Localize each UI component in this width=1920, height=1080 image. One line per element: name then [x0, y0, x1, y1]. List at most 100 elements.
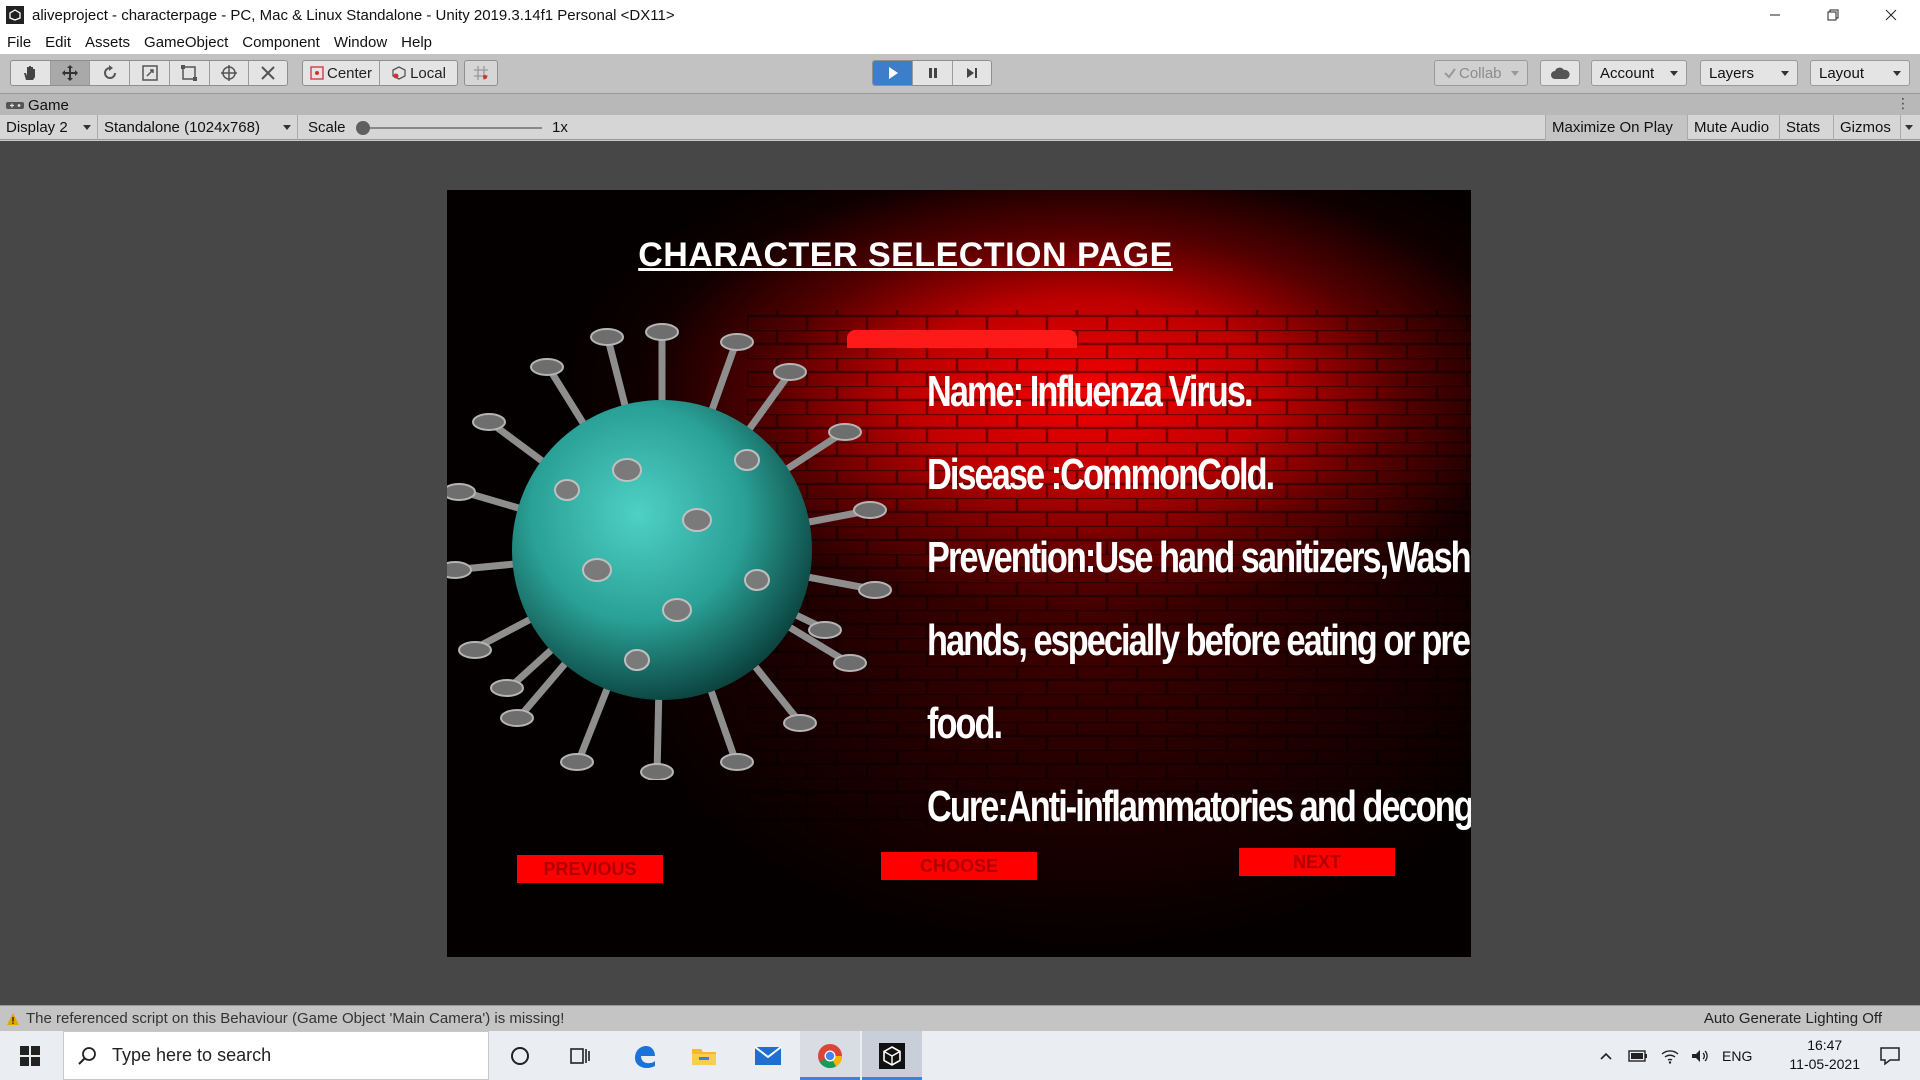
edge-icon	[635, 1045, 655, 1068]
pause-button[interactable]	[913, 61, 953, 85]
info-name: Name: Influenza Virus.	[927, 367, 1254, 416]
mail-button[interactable]	[738, 1031, 798, 1080]
cortana-button[interactable]	[490, 1031, 550, 1080]
layout-label: Layout	[1819, 64, 1865, 82]
rotate-tool-button[interactable]	[90, 61, 131, 85]
pivot-toggles: Center Local	[302, 60, 458, 86]
layers-dropdown[interactable]: Layers	[1700, 60, 1798, 86]
maximize-on-play-label: Maximize On Play	[1552, 119, 1673, 136]
pivot-space-button[interactable]: Local	[380, 61, 457, 85]
game-screen[interactable]: CHARACTER SELECTION PAGE Name: Influenza…	[447, 190, 1471, 957]
collab-dropdown[interactable]: Collab	[1434, 60, 1528, 86]
tab-options-icon[interactable]: ⋮	[1896, 95, 1910, 112]
minimize-button[interactable]	[1746, 0, 1804, 30]
start-button[interactable]	[0, 1031, 60, 1080]
play-button[interactable]	[873, 61, 913, 85]
mute-audio-label: Mute Audio	[1694, 119, 1770, 136]
menu-bar: File Edit Assets GameObject Component Wi…	[0, 30, 1920, 54]
volume-icon[interactable]	[1690, 1048, 1710, 1064]
mail-icon	[754, 1045, 782, 1065]
minimize-icon	[1770, 14, 1780, 16]
display-dropdown[interactable]: Display 2	[0, 115, 98, 140]
menu-edit[interactable]: Edit	[38, 34, 78, 51]
layout-dropdown[interactable]: Layout	[1810, 60, 1910, 86]
scale-value: 1x	[552, 119, 568, 136]
unity-taskbar-button[interactable]	[862, 1031, 922, 1080]
collab-label: Collab	[1459, 64, 1502, 82]
language-indicator[interactable]: ENG	[1722, 1048, 1752, 1064]
tools-icon	[261, 66, 275, 80]
scale-slider-track[interactable]	[362, 127, 542, 129]
display-label: Display 2	[6, 119, 68, 136]
menu-component[interactable]: Component	[235, 34, 327, 51]
menu-assets[interactable]: Assets	[78, 34, 137, 51]
rect-tool-button[interactable]	[170, 61, 210, 85]
scale-tool-button[interactable]	[130, 61, 170, 85]
account-label: Account	[1600, 64, 1655, 82]
step-button[interactable]	[953, 61, 991, 85]
menu-file[interactable]: File	[0, 34, 38, 51]
transform-icon	[220, 65, 237, 81]
task-view-icon	[570, 1047, 590, 1064]
scale-slider-thumb[interactable]	[356, 121, 370, 135]
maximize-button[interactable]	[1804, 0, 1862, 30]
windows-taskbar: Type here to search ENG 16:47 11-05-2021	[0, 1031, 1920, 1080]
main-toolbar: Center Local Collab Account Layers Layou…	[0, 54, 1920, 93]
gizmos-toggle[interactable]: Gizmos	[1833, 115, 1900, 140]
info-cure: Cure:Anti-inflammatories and decongestan…	[927, 782, 1471, 831]
influenza-virus-image	[447, 323, 892, 780]
grid-snap-toggle[interactable]	[464, 60, 498, 86]
previous-button[interactable]: PREVIOUS	[517, 855, 663, 883]
move-tool-button[interactable]	[50, 61, 91, 85]
gizmos-label: Gizmos	[1840, 119, 1891, 136]
tab-game[interactable]: Game	[6, 94, 69, 116]
unity-icon	[879, 1042, 905, 1069]
close-icon	[1885, 9, 1897, 21]
warning-text: The referenced script on this Behaviour …	[26, 1010, 565, 1027]
task-view-button[interactable]	[550, 1031, 610, 1080]
taskbar-search[interactable]: Type here to search	[63, 1031, 489, 1080]
resolution-dropdown[interactable]: Standalone (1024x768)	[98, 115, 298, 140]
info-prevention-line3: food.	[927, 699, 1003, 748]
maximize-on-play-toggle[interactable]: Maximize On Play	[1545, 115, 1687, 140]
notifications-button[interactable]	[1860, 1031, 1920, 1080]
custom-tool-button[interactable]	[249, 61, 287, 85]
console-warning[interactable]: The referenced script on this Behaviour …	[6, 1010, 564, 1027]
menu-gameobject[interactable]: GameObject	[137, 34, 235, 51]
notification-icon	[1880, 1046, 1900, 1066]
account-dropdown[interactable]: Account	[1591, 60, 1687, 86]
gizmos-dropdown[interactable]	[1900, 115, 1920, 140]
mute-audio-toggle[interactable]: Mute Audio	[1687, 115, 1779, 140]
move-arrows-icon	[62, 65, 79, 81]
close-button[interactable]	[1862, 0, 1920, 30]
lighting-status[interactable]: Auto Generate Lighting Off	[1704, 1010, 1882, 1027]
grid-icon	[474, 66, 488, 80]
chevron-up-icon[interactable]	[1598, 1048, 1614, 1064]
search-placeholder: Type here to search	[112, 1045, 272, 1065]
restore-icon	[1827, 9, 1839, 21]
scale-icon	[141, 65, 158, 81]
local-space-icon	[392, 66, 406, 80]
edge-button[interactable]	[614, 1031, 674, 1080]
rotate-icon	[103, 65, 116, 79]
resolution-label: Standalone (1024x768)	[104, 119, 260, 136]
menu-window[interactable]: Window	[327, 34, 394, 51]
menu-help[interactable]: Help	[394, 34, 439, 51]
wifi-icon[interactable]	[1660, 1048, 1680, 1064]
play-controls	[872, 60, 992, 86]
hand-tool-button[interactable]	[11, 61, 51, 85]
pivot-center-button[interactable]: Center	[303, 61, 380, 85]
file-explorer-button[interactable]	[674, 1031, 734, 1080]
choose-button[interactable]: CHOOSE	[881, 852, 1037, 880]
next-button[interactable]: NEXT	[1239, 848, 1395, 876]
grid-snap-button[interactable]	[465, 61, 497, 85]
system-clock[interactable]: 16:47 11-05-2021	[1789, 1036, 1860, 1074]
cloud-button[interactable]	[1540, 60, 1580, 86]
clock-date: 11-05-2021	[1789, 1056, 1860, 1072]
chrome-button[interactable]	[800, 1031, 860, 1080]
windows-logo-icon	[20, 1045, 40, 1066]
transform-tool-button[interactable]	[210, 61, 250, 85]
pivot-icon	[310, 66, 324, 80]
battery-icon[interactable]	[1628, 1049, 1648, 1063]
stats-toggle[interactable]: Stats	[1779, 115, 1833, 140]
